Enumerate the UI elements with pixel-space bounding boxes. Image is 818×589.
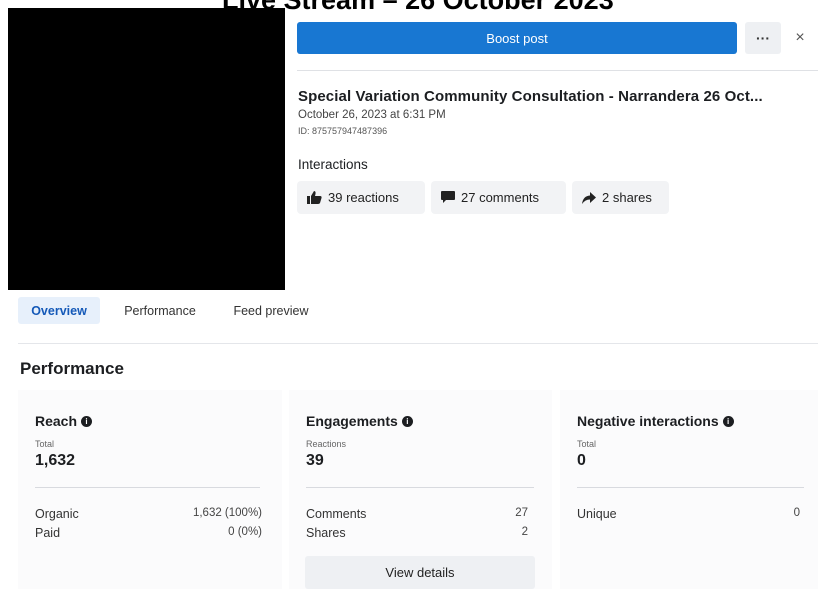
engagements-row-shares: Shares 2 [306, 526, 528, 540]
divider [18, 343, 818, 344]
negative-interactions-card: Negative interactions i Total 0 Unique 0 [560, 396, 818, 589]
reach-row-organic: Organic 1,632 (100%) [35, 507, 262, 521]
engagements-row-comments: Comments 27 [306, 507, 528, 521]
tab-performance[interactable]: Performance [114, 297, 206, 324]
share-icon [582, 191, 596, 204]
more-options-button[interactable]: ··· [745, 22, 781, 54]
reach-title: Reach i [35, 413, 93, 429]
info-icon[interactable]: i [722, 415, 734, 427]
reach-row-paid: Paid 0 (0%) [35, 526, 262, 540]
engagements-title: Engagements i [306, 413, 413, 429]
divider [577, 487, 804, 488]
view-details-button[interactable]: View details [305, 556, 535, 589]
comments-pill[interactable]: 27 comments [431, 181, 566, 214]
info-icon[interactable]: i [401, 415, 413, 427]
info-icon[interactable]: i [81, 415, 93, 427]
negative-row-unique: Unique 0 [577, 507, 800, 521]
reach-card: Reach i Total 1,632 Organic 1,632 (100%)… [18, 396, 282, 589]
reach-sub-label: Total [35, 439, 55, 449]
shares-count: 2 shares [602, 190, 652, 205]
divider [297, 70, 818, 71]
divider [306, 487, 534, 488]
reach-total: 1,632 [35, 452, 76, 469]
comment-icon [441, 191, 455, 203]
redacted-video-thumbnail [8, 8, 285, 290]
reactions-pill[interactable]: 39 reactions [297, 181, 425, 214]
performance-heading: Performance [20, 359, 124, 378]
document-heading: Live Stream – 26 October 2023 [222, 0, 614, 15]
negative-sub-label: Total [577, 439, 597, 449]
tab-overview[interactable]: Overview [18, 297, 100, 324]
divider [35, 487, 260, 488]
post-date: October 26, 2023 at 6:31 PM [298, 109, 446, 121]
engagements-sub-label: Reactions [306, 439, 347, 449]
negative-total: 0 [577, 452, 586, 469]
negative-interactions-title: Negative interactions i [577, 413, 734, 429]
engagements-total: 39 [306, 452, 324, 469]
close-icon: × [795, 29, 805, 46]
comments-count: 27 comments [461, 190, 540, 205]
boost-post-button[interactable]: Boost post [297, 22, 737, 54]
reactions-count: 39 reactions [328, 190, 399, 205]
close-button[interactable]: × [789, 26, 811, 50]
interactions-label: Interactions [298, 157, 368, 172]
tab-feed-preview[interactable]: Feed preview [222, 297, 320, 324]
post-id: ID: 875757947487396 [298, 126, 388, 136]
shares-pill[interactable]: 2 shares [572, 181, 669, 214]
post-title: Special Variation Community Consultation… [298, 88, 763, 105]
more-icon: ··· [756, 30, 770, 46]
thumbs-up-icon [307, 191, 322, 204]
